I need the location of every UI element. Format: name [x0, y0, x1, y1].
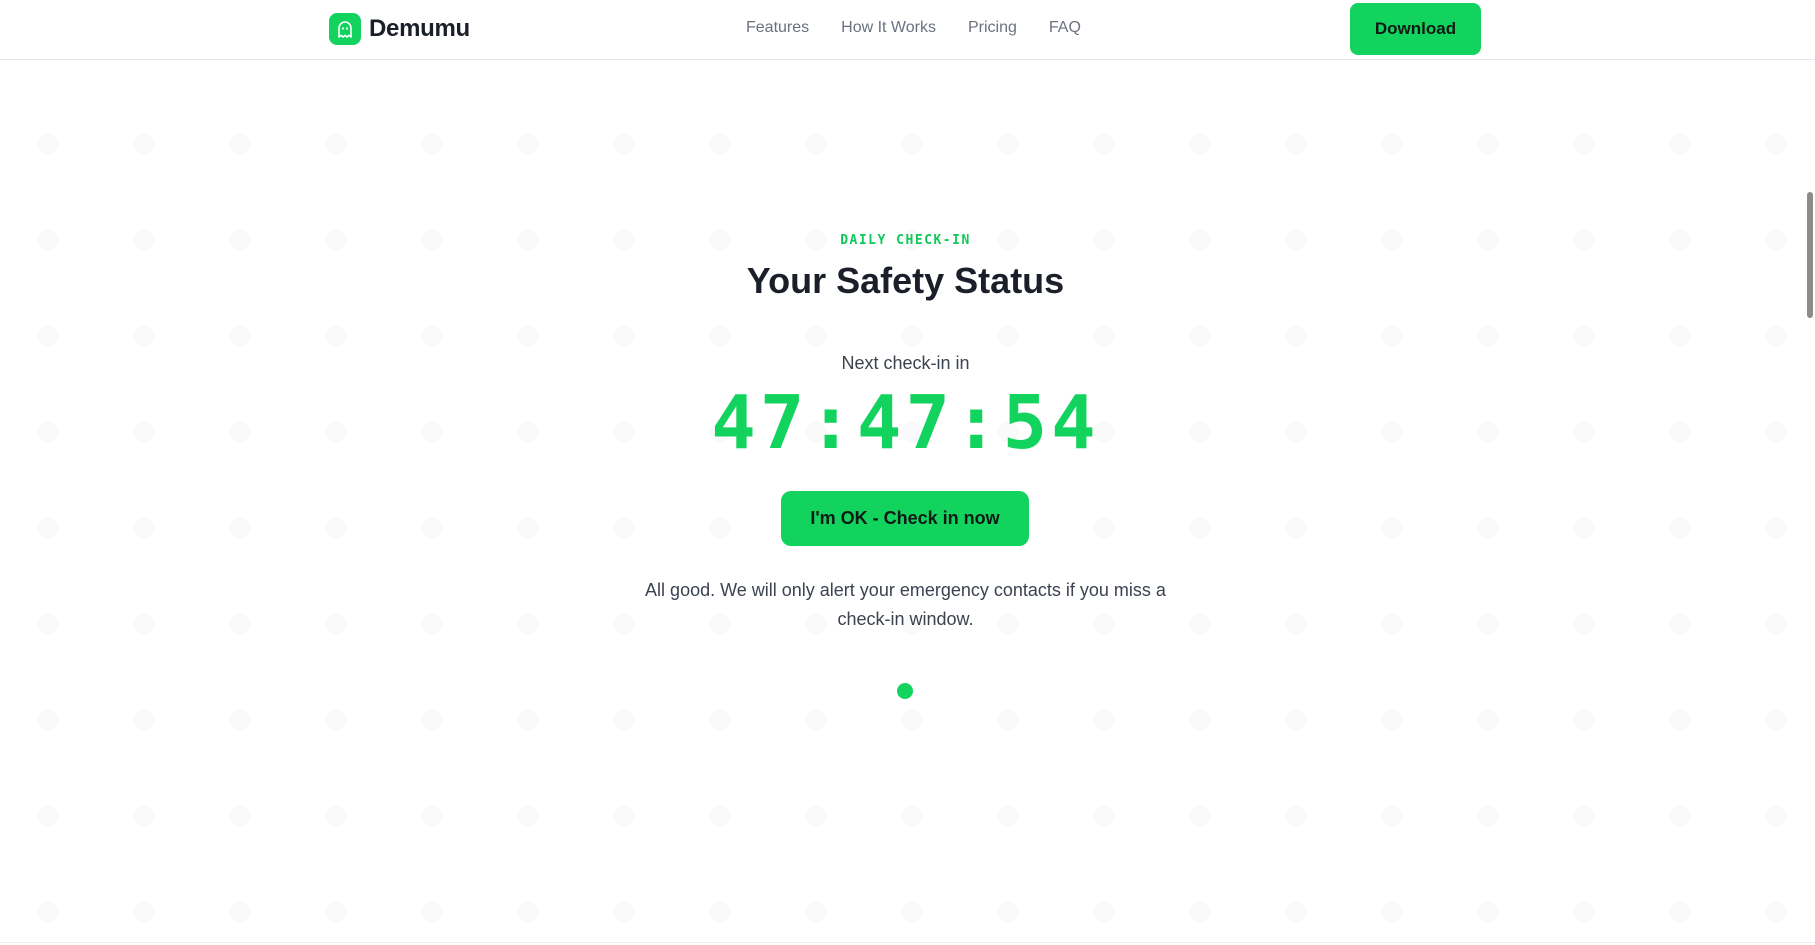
scrollbar-thumb[interactable]: [1807, 192, 1813, 318]
download-button[interactable]: Download: [1350, 3, 1481, 55]
divider: [0, 942, 1815, 943]
page: Demumu Features How It Works Pricing FAQ…: [0, 0, 1815, 945]
countdown-label: Next check-in in: [841, 353, 970, 373]
page-title: Your Safety Status: [746, 260, 1065, 301]
ghost-icon: [329, 13, 361, 45]
nav-link-faq[interactable]: FAQ: [1049, 19, 1081, 37]
countdown-timer: 47:47:54: [711, 380, 1100, 466]
nav-link-features[interactable]: Features: [746, 19, 809, 37]
section-eyebrow: DAILY CHECK-IN: [840, 233, 971, 248]
top-navbar: Demumu Features How It Works Pricing FAQ…: [0, 0, 1815, 60]
status-message: All good. We will only alert your emerge…: [645, 580, 1166, 629]
brand-name: Demumu: [369, 15, 470, 42]
brand[interactable]: Demumu: [329, 13, 470, 45]
nav-link-pricing[interactable]: Pricing: [968, 19, 1017, 37]
main-nav: Features How It Works Pricing FAQ: [746, 19, 1081, 37]
nav-link-how-it-works[interactable]: How It Works: [841, 19, 936, 37]
scrollbar[interactable]: [1803, 60, 1815, 945]
check-in-button[interactable]: I'm OK - Check in now: [781, 491, 1029, 546]
status-dot: [897, 683, 913, 699]
